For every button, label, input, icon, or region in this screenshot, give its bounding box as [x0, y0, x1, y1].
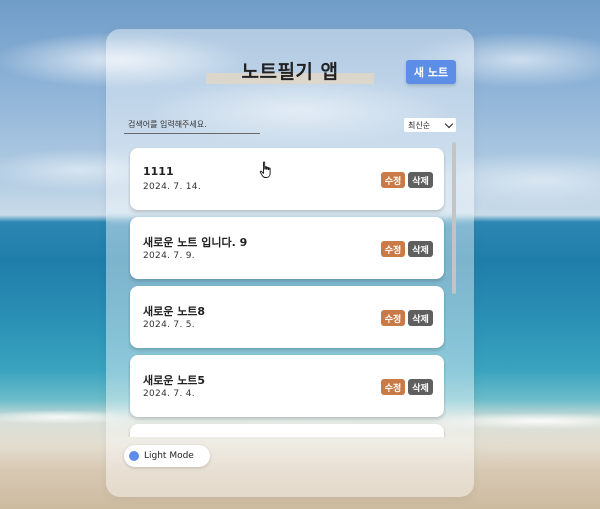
note-card[interactable]: 1111 2024. 7. 14. 수정 삭제 — [130, 148, 444, 210]
list-scrollbar[interactable] — [452, 142, 456, 294]
edit-button[interactable]: 수정 — [381, 310, 405, 326]
note-card[interactable]: 새로운 노트8 2024. 7. 5. 수정 삭제 — [130, 286, 444, 348]
mode-dot-icon — [129, 451, 139, 461]
light-mode-toggle[interactable]: Light Mode — [124, 445, 210, 467]
note-card[interactable]: 새로운 노트5 2024. 7. 4. 수정 삭제 — [130, 355, 444, 417]
hand-pointer-icon — [259, 161, 271, 178]
note-title: 새로운 노트5 — [143, 374, 206, 387]
delete-button[interactable]: 삭제 — [408, 310, 433, 326]
note-title: 1111 — [143, 165, 174, 178]
new-note-button[interactable]: 새 노트 — [406, 60, 456, 84]
delete-button[interactable]: 삭제 — [408, 172, 433, 188]
mode-label: Light Mode — [144, 451, 194, 461]
note-title: 새로운 노트 입니다. 9 — [143, 236, 248, 249]
search-input[interactable] — [124, 115, 260, 134]
delete-button[interactable]: 삭제 — [408, 241, 433, 257]
edit-button[interactable]: 수정 — [381, 172, 405, 188]
delete-button[interactable]: 삭제 — [408, 379, 433, 395]
chevron-down-icon — [444, 119, 454, 128]
app-panel: 노트필기 앱 새 노트 최신순 1111 2024. 7. 14. 수정 삭제 … — [106, 29, 474, 497]
note-date: 2024. 7. 9. — [143, 251, 195, 261]
note-date: 2024. 7. 5. — [143, 320, 195, 330]
note-card-partial[interactable] — [130, 424, 444, 437]
note-title: 새로운 노트8 — [143, 305, 206, 318]
edit-button[interactable]: 수정 — [381, 379, 405, 395]
note-date: 2024. 7. 4. — [143, 389, 195, 399]
note-list[interactable]: 1111 2024. 7. 14. 수정 삭제 새로운 노트 입니다. 9 20… — [128, 147, 446, 437]
sort-select-value: 최신순 — [408, 120, 431, 130]
note-card[interactable]: 새로운 노트 입니다. 9 2024. 7. 9. 수정 삭제 — [130, 217, 444, 279]
sort-select[interactable]: 최신순 — [404, 118, 456, 132]
note-date: 2024. 7. 14. — [143, 182, 201, 192]
edit-button[interactable]: 수정 — [381, 241, 405, 257]
